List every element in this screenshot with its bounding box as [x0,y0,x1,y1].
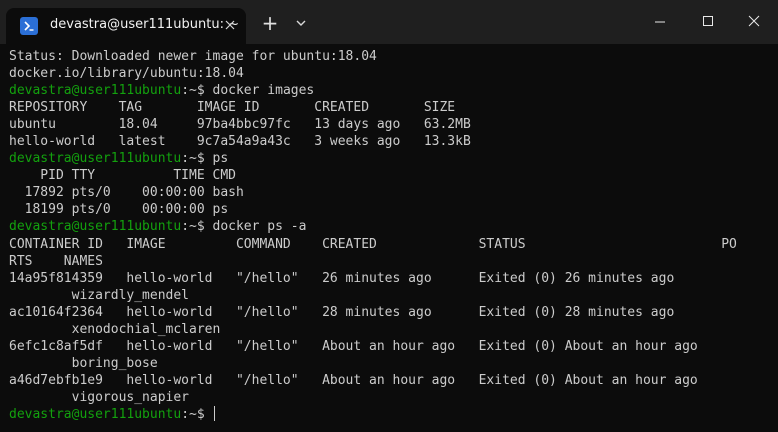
prompt-path: :~$ [181,219,213,235]
prompt-path: :~$ [181,406,213,422]
tab-close-icon[interactable] [220,15,240,35]
output-line: hello-world latest 9c7a54a9a43c 3 weeks … [9,134,471,150]
output-line: ubuntu 18.04 97ba4bbc97fc 13 days ago 63… [9,117,471,133]
prompt-path: :~$ [181,151,213,167]
output-line: Status: Downloaded newer image for ubunt… [9,49,377,64]
minimize-icon [636,21,684,48]
output-line: docker.io/library/ubuntu:18.04 [9,66,244,82]
prompt-user-host: devastra@user111ubuntu [9,406,182,422]
output-line: vigorous_napier [9,389,190,405]
new-tab-button[interactable]: + [258,12,282,34]
command-line: devastra@user111ubuntu:~$ docker images [9,82,774,99]
command-line: devastra@user111ubuntu:~$ ps [9,150,774,167]
terminal-prompt-icon [20,17,38,35]
output-line: wizardly_mendel [9,287,190,303]
maximize-icon [684,16,732,48]
scrollbar[interactable] [770,46,774,426]
prompt-user-host: devastra@user111ubuntu [9,151,182,167]
output-line: 17892 pts/0 00:00:00 bash [9,185,244,201]
chevron-down-icon [290,19,312,38]
command-text: docker images [212,83,315,99]
tab-dropdown-button[interactable] [290,12,312,34]
output-line: 6efc1c8af5df hello-world "/hello" About … [9,338,698,354]
prompt-user-host: devastra@user111ubuntu [9,83,182,99]
command-line: devastra@user111ubuntu:~$ docker ps -a [9,218,774,235]
tab-ubuntu[interactable]: devastra@user111ubuntu: ~ [6,8,246,44]
output-line: 18199 pts/0 00:00:00 ps [9,202,229,218]
output-line: REPOSITORY TAG IMAGE ID CREATED SIZE [9,100,456,116]
prompt-path: :~$ [181,83,213,99]
output-line: a46d7ebfb1e9 hello-world "/hello" About … [9,372,698,388]
output-line: CONTAINER ID IMAGE COMMAND CREATED STATU… [9,236,737,252]
title-bar[interactable]: devastra@user111ubuntu: ~ + [0,0,778,44]
prompt-user-host: devastra@user111ubuntu [9,219,182,235]
command-line: devastra@user111ubuntu:~$ [9,405,774,423]
text-cursor [213,405,215,421]
minimize-button[interactable] [636,0,684,44]
close-window-button[interactable] [730,0,778,44]
output-line: RTS NAMES [9,253,103,269]
command-text: docker ps -a [212,219,307,235]
terminal-output[interactable]: Status: Downloaded newer image for ubunt… [9,48,774,428]
output-line: 14a95f814359 hello-world "/hello" 26 min… [9,270,675,286]
output-line: boring_bose [9,355,158,371]
maximize-button[interactable] [684,0,732,44]
output-line: xenodochial_mclaren [9,321,221,337]
tab-title: devastra@user111ubuntu: ~ [50,17,239,32]
terminal-window: devastra@user111ubuntu: ~ + Status: Down… [0,0,778,432]
command-text: ps [212,151,229,167]
output-line: ac10164f2364 hello-world "/hello" 28 min… [9,304,675,320]
output-line: PID TTY TIME CMD [9,168,236,184]
